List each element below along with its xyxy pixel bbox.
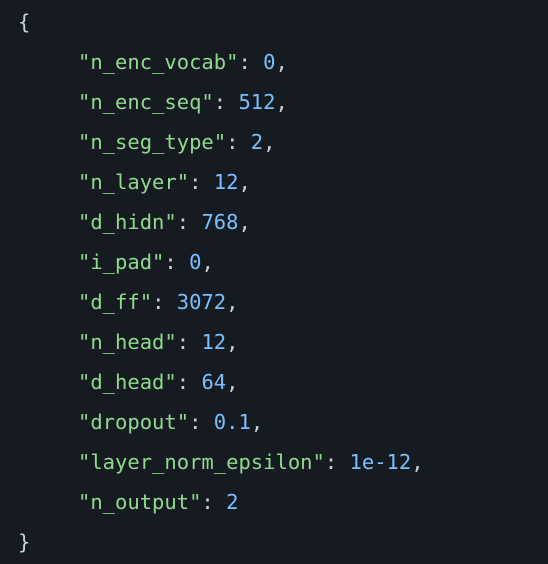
code-line: "n_output": 2 <box>18 487 238 517</box>
json-value: 768 <box>201 210 239 234</box>
comma: , <box>238 170 251 194</box>
comma: , <box>226 290 239 314</box>
code-line: "d_hidn": 768, <box>18 207 251 237</box>
comma: , <box>275 90 288 114</box>
json-key: "n_layer" <box>78 170 190 194</box>
json-code-block: { "n_enc_vocab": 0, "n_enc_seq": 512, "n… <box>0 0 548 564</box>
code-line: "d_ff": 3072, <box>18 287 238 317</box>
json-value: 12 <box>213 170 239 194</box>
json-value: 0.1 <box>213 410 251 434</box>
colon: : <box>176 370 202 394</box>
colon: : <box>189 170 214 194</box>
code-line: "n_layer": 12, <box>18 167 251 197</box>
colon: : <box>226 130 251 154</box>
colon: : <box>213 90 239 114</box>
code-line: "d_head": 64, <box>18 367 238 397</box>
colon: : <box>324 450 350 474</box>
json-key: "n_enc_seq" <box>78 90 214 114</box>
json-key: "d_hidn" <box>78 210 177 234</box>
json-key: "i_pad" <box>78 250 165 274</box>
comma: , <box>201 250 214 274</box>
code-line: "n_enc_vocab": 0, <box>18 47 288 77</box>
colon: : <box>201 490 227 514</box>
comma: , <box>250 410 264 434</box>
json-value: 3072 <box>176 290 227 314</box>
comma: , <box>411 450 424 474</box>
json-key: "dropout" <box>78 410 190 434</box>
json-key: "n_seg_type" <box>78 130 227 154</box>
comma: , <box>226 370 239 394</box>
colon: : <box>176 210 202 234</box>
code-line: "layer_norm_epsilon": 1e-12, <box>18 447 424 477</box>
close-brace: } <box>18 530 31 554</box>
code-line: "n_seg_type": 2, <box>18 127 275 157</box>
json-key: "n_output" <box>78 490 202 514</box>
colon: : <box>152 290 177 314</box>
open-brace: { <box>18 10 31 34</box>
json-key: "d_head" <box>78 370 177 394</box>
colon: : <box>189 410 214 434</box>
json-value: 12 <box>201 330 227 354</box>
code-line: "n_enc_seq": 512, <box>18 87 288 117</box>
json-key: "layer_norm_epsilon" <box>78 450 325 474</box>
colon: : <box>164 250 190 274</box>
json-key: "n_head" <box>78 330 177 354</box>
comma: , <box>226 330 239 354</box>
code-line: "i_pad": 0, <box>18 247 214 277</box>
comma: , <box>275 50 288 74</box>
json-value: 2 <box>250 130 264 154</box>
comma: , <box>238 210 251 234</box>
json-key: "n_enc_vocab" <box>78 50 239 74</box>
comma: , <box>263 130 276 154</box>
code-line: "n_head": 12, <box>18 327 238 357</box>
json-value: 1e-12 <box>349 450 412 474</box>
json-value: 64 <box>201 370 227 394</box>
json-key: "d_ff" <box>78 290 153 314</box>
json-value: 0 <box>189 250 202 274</box>
json-value: 2 <box>226 490 239 514</box>
colon: : <box>176 330 202 354</box>
colon: : <box>238 50 264 74</box>
json-value: 512 <box>238 90 276 114</box>
code-line: "dropout": 0.1, <box>18 407 263 437</box>
json-value: 0 <box>263 50 276 74</box>
